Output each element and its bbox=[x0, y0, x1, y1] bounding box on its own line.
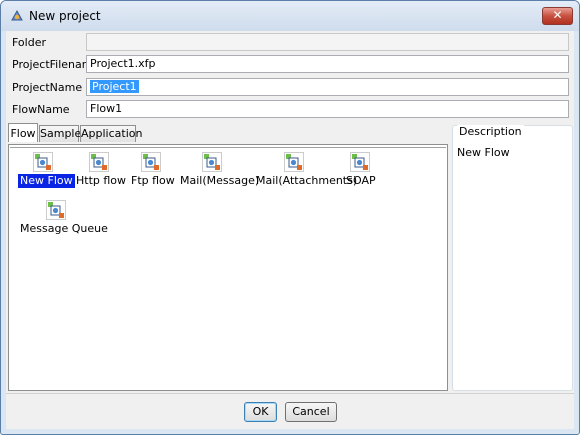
close-button[interactable]: ✕ bbox=[542, 7, 573, 25]
cancel-button[interactable]: Cancel bbox=[285, 402, 337, 422]
template-label: Ftp flow bbox=[131, 174, 175, 187]
project-name-label: ProjectName bbox=[12, 81, 83, 94]
footer-divider bbox=[6, 393, 574, 394]
template-label: Http flow bbox=[76, 174, 127, 187]
flow-template-icon bbox=[284, 152, 304, 172]
ok-button[interactable]: OK bbox=[244, 402, 277, 422]
template-soap[interactable]: SOAP bbox=[344, 152, 380, 190]
description-panel: Description New Flow bbox=[452, 125, 573, 391]
template-mail-message[interactable]: Mail(Message) bbox=[178, 152, 259, 190]
flow-name-field[interactable]: Flow1 bbox=[86, 100, 569, 118]
flow-template-icon bbox=[33, 152, 53, 172]
flow-name-label: FlowName bbox=[12, 103, 70, 116]
flow-template-icon bbox=[202, 152, 222, 172]
tab-application[interactable]: Application bbox=[80, 125, 142, 142]
template-label: Message Queue bbox=[20, 222, 108, 235]
folder-label: Folder bbox=[12, 36, 46, 49]
description-legend: Description bbox=[457, 125, 524, 138]
new-project-dialog: New project ✕ Folder ProjectFilename Pro… bbox=[0, 0, 580, 435]
app-icon bbox=[11, 9, 23, 21]
template-ftp-flow[interactable]: Ftp flow bbox=[129, 152, 177, 190]
template-mail-attachments[interactable]: Mail(Attachments) bbox=[254, 152, 357, 190]
folder-field[interactable] bbox=[86, 33, 569, 51]
template-label: New Flow bbox=[17, 173, 76, 189]
template-label: SOAP bbox=[346, 174, 376, 187]
title-bar[interactable]: New project ✕ bbox=[1, 1, 579, 31]
dialog-body: Folder ProjectFilename Project1.xfp Proj… bbox=[6, 31, 574, 429]
flow-template-icon bbox=[141, 152, 161, 172]
project-name-field[interactable]: Project1 bbox=[86, 78, 569, 96]
tab-sample[interactable]: Sample bbox=[39, 125, 81, 142]
flow-template-icon bbox=[89, 152, 109, 172]
tab-flow[interactable]: Flow bbox=[8, 123, 38, 142]
template-list: New Flow Http flow Ftp flow Mail(Message… bbox=[10, 147, 446, 389]
template-new-flow[interactable]: New Flow bbox=[16, 152, 76, 190]
template-http-flow[interactable]: Http flow bbox=[74, 152, 126, 190]
flow-tab-panel: New Flow Http flow Ftp flow Mail(Message… bbox=[8, 144, 448, 391]
template-label: Mail(Message) bbox=[180, 174, 260, 187]
description-text: New Flow bbox=[457, 146, 510, 159]
flow-template-icon bbox=[350, 152, 370, 172]
window-title: New project bbox=[29, 9, 101, 23]
project-filename-field[interactable]: Project1.xfp bbox=[86, 55, 569, 73]
template-message-queue[interactable]: Message Queue bbox=[18, 200, 108, 238]
project-name-selected-text: Project1 bbox=[90, 80, 139, 93]
flow-template-icon bbox=[46, 200, 66, 220]
